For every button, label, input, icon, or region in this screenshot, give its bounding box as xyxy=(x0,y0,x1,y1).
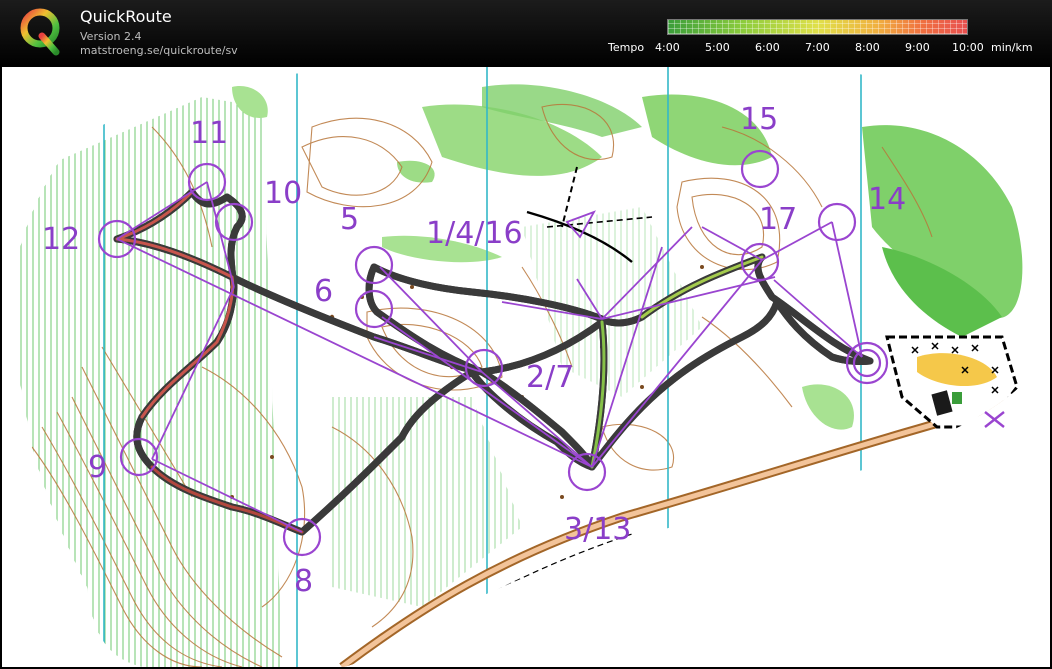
app-title: QuickRoute xyxy=(80,7,172,26)
control-label-11: 11 xyxy=(190,116,229,151)
control-label-12: 12 xyxy=(42,222,81,257)
control-label-3-13: 3/13 xyxy=(564,512,632,547)
tempo-unit: min/km xyxy=(991,41,1033,54)
control-label-8: 8 xyxy=(294,564,314,599)
control-label-14: 14 xyxy=(868,182,907,217)
tempo-tick: 9:00 xyxy=(905,41,930,54)
tempo-tick: 5:00 xyxy=(705,41,730,54)
control-label-2-7: 2/7 xyxy=(526,360,575,395)
control-label-9: 9 xyxy=(88,450,108,485)
orienteering-map[interactable]: 11 10 12 5 6 1/4/16 2/7 3/13 8 9 15 14 1… xyxy=(2,67,1050,667)
tempo-tick: 8:00 xyxy=(855,41,880,54)
control-label-10: 10 xyxy=(264,176,303,211)
app-header: QuickRoute Version 2.4 matstroeng.se/qui… xyxy=(0,0,1052,66)
control-label-5: 5 xyxy=(340,202,360,237)
control-label-6: 6 xyxy=(314,274,334,309)
control-label-1-4-16: 1/4/16 xyxy=(426,216,523,251)
tempo-color-scale xyxy=(667,19,968,35)
tempo-tick: 4:00 xyxy=(655,41,680,54)
app-version: Version 2.4 xyxy=(80,30,142,43)
control-label-17: 17 xyxy=(759,202,798,237)
quickroute-logo-icon xyxy=(20,8,60,56)
tempo-tick: 6:00 xyxy=(755,41,780,54)
tempo-tick: 10:00 xyxy=(952,41,984,54)
control-label-15: 15 xyxy=(740,102,779,137)
app-url[interactable]: matstroeng.se/quickroute/sv xyxy=(80,44,238,57)
tempo-label: Tempo xyxy=(608,41,645,54)
tempo-tick: 7:00 xyxy=(805,41,830,54)
